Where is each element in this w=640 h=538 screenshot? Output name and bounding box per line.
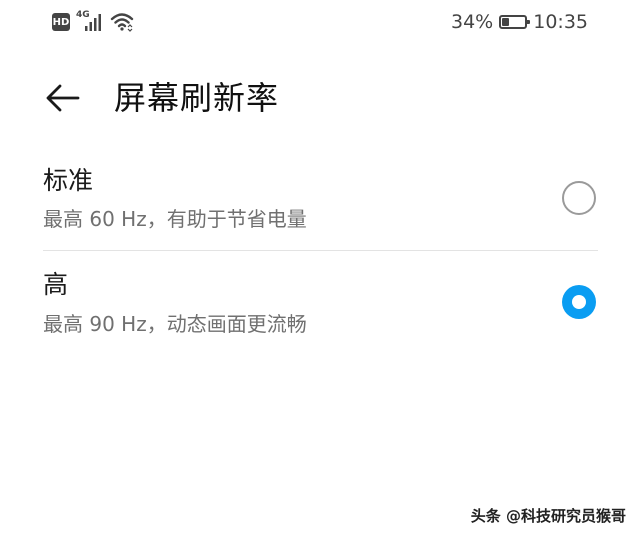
option-standard[interactable]: 标准 最高 60 Hz，有助于节省电量 — [0, 160, 640, 248]
page-title: 屏幕刷新率 — [114, 79, 280, 117]
option-subtitle: 最高 60 Hz，有助于节省电量 — [43, 207, 307, 231]
signal-bars-icon — [85, 14, 101, 31]
option-title: 高 — [43, 270, 69, 299]
watermark: 头条 @科技研究员猴哥 — [470, 507, 626, 525]
wifi-icon — [110, 13, 134, 32]
back-button[interactable] — [40, 76, 84, 120]
battery-percent: 34% — [451, 11, 494, 33]
battery-icon — [499, 15, 531, 29]
radio-high[interactable] — [562, 285, 596, 319]
status-right: 34% 10:35 — [451, 11, 588, 33]
radio-standard[interactable] — [562, 181, 596, 215]
status-left: HD 4G — [52, 10, 134, 32]
hd-badge: HD — [52, 13, 70, 31]
option-title: 标准 — [43, 166, 94, 195]
battery-fill — [502, 18, 510, 26]
app-header: 屏幕刷新率 — [0, 70, 640, 126]
cellular-signal-icon: 4G — [76, 10, 104, 32]
option-high[interactable]: 高 最高 90 Hz，动态画面更流畅 — [0, 266, 640, 354]
clock: 10:35 — [533, 11, 588, 33]
divider — [43, 250, 598, 251]
option-subtitle: 最高 90 Hz，动态画面更流畅 — [43, 312, 307, 336]
status-bar: HD 4G 34% 10:35 — [0, 0, 640, 46]
arrow-left-icon — [46, 84, 80, 112]
